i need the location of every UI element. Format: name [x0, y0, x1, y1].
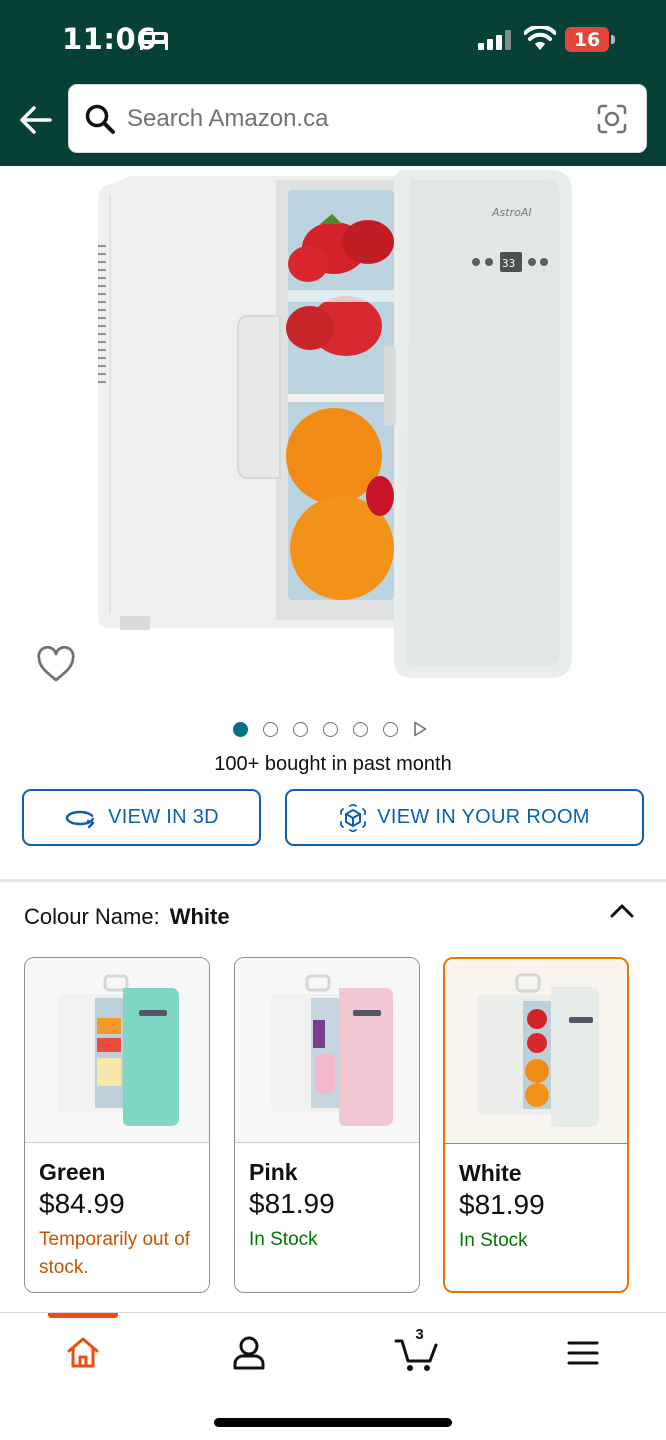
view-in-3d-button[interactable]: VIEW IN 3D: [22, 789, 261, 846]
colour-option-pink[interactable]: Pink $81.99 In Stock: [234, 957, 420, 1293]
swatch-availability: In Stock: [459, 1230, 528, 1251]
purchase-count-text: 100+ bought in past month: [214, 753, 452, 775]
chevron-up-icon[interactable]: [608, 900, 636, 922]
fridge-thumbnail-white: [477, 973, 599, 1127]
swatch-availability: In Stock: [249, 1229, 318, 1250]
swatch-price: $81.99: [459, 1189, 545, 1220]
swatch-price: $81.99: [249, 1188, 335, 1219]
svg-text:33: 33: [502, 257, 515, 270]
battery-level: 16: [565, 27, 609, 52]
brand-logo: AstroAI: [491, 206, 532, 219]
status-bar: 11:06 16: [0, 0, 666, 80]
swatch-image: [25, 958, 209, 1143]
app-header: 11:06 16: [0, 0, 666, 166]
swatch-image: [235, 958, 419, 1143]
view-in-3d-label: VIEW IN 3D: [108, 806, 219, 828]
camera-search-icon[interactable]: [596, 103, 628, 135]
swatch-availability: Temporarily out of stock.: [39, 1229, 191, 1278]
battery-cap: [611, 35, 615, 44]
rotate-3d-icon: [65, 810, 95, 828]
carousel-dot[interactable]: [323, 721, 338, 737]
battery-indicator: 16: [565, 27, 615, 53]
swatch-name: Pink: [249, 1159, 298, 1185]
carousel-dot[interactable]: [293, 721, 308, 737]
home-indicator: [214, 1418, 452, 1427]
fridge-thumbnail-pink: [271, 974, 393, 1126]
selected-colour-value: White: [169, 904, 230, 929]
swatch-name: White: [459, 1160, 522, 1186]
image-carousel-dots: [233, 720, 427, 738]
cellular-signal-icon: [478, 30, 511, 50]
home-icon[interactable]: [63, 1333, 103, 1373]
search-input[interactable]: [127, 97, 587, 141]
wifi-icon: [524, 26, 556, 50]
colour-option-green[interactable]: Green $84.99 Temporarily out of stock.: [24, 957, 210, 1293]
swatch-image: [445, 959, 627, 1144]
colour-name-title: Colour Name:: [24, 904, 160, 929]
carousel-dot[interactable]: [383, 721, 398, 737]
fridge-thumbnail-green: [57, 974, 179, 1126]
ar-cube-icon: [340, 803, 367, 832]
swatch-name: Green: [39, 1159, 106, 1185]
carousel-dot[interactable]: [263, 721, 278, 737]
swatch-price: $84.99: [39, 1188, 125, 1219]
cart-count: 3: [415, 1326, 424, 1343]
active-tab-indicator: [48, 1313, 118, 1318]
back-arrow-icon[interactable]: [16, 102, 56, 138]
sleep-focus-icon: [140, 32, 168, 50]
carousel-dot[interactable]: [233, 721, 248, 737]
product-image[interactable]: AstroAI 33: [80, 166, 590, 696]
search-icon: [85, 104, 115, 134]
view-in-your-room-label: VIEW IN YOUR ROOM: [377, 806, 590, 828]
view-in-your-room-button[interactable]: VIEW IN YOUR ROOM: [285, 789, 644, 846]
colour-option-white[interactable]: White $81.99 In Stock: [443, 957, 629, 1293]
cart-button[interactable]: 3: [394, 1326, 440, 1373]
colour-name-label: Colour Name: White: [24, 904, 230, 930]
product-page: 11:06 16 Search Amazon.ca AstroAI 33 100…: [0, 0, 666, 1440]
account-icon[interactable]: [229, 1333, 269, 1373]
menu-icon[interactable]: [563, 1333, 603, 1373]
heart-icon[interactable]: [36, 646, 76, 684]
search-bar[interactable]: [68, 84, 647, 153]
carousel-dot[interactable]: [353, 721, 368, 737]
play-video-icon[interactable]: [413, 721, 427, 737]
section-divider: [0, 879, 666, 882]
